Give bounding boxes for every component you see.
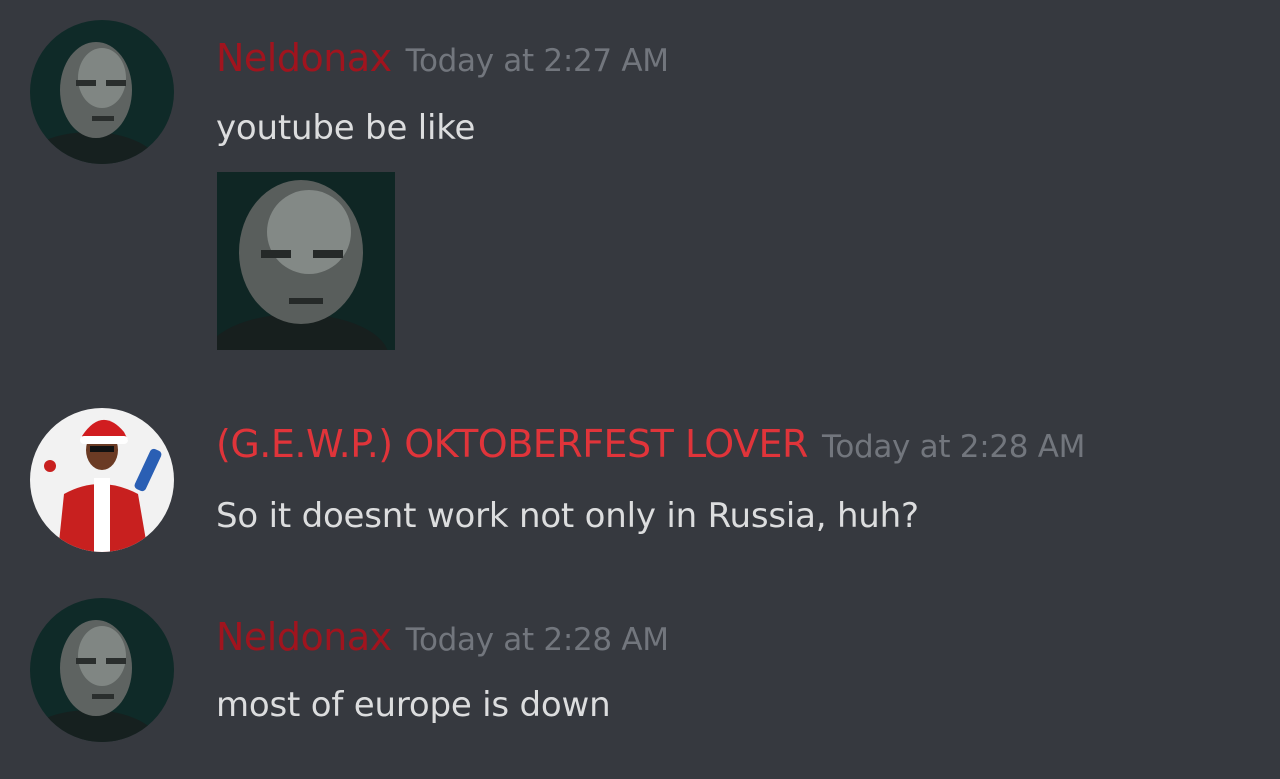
avatar[interactable]: [30, 20, 174, 164]
bald-man-portrait-icon: [30, 20, 174, 164]
timestamp: Today at 2:28 AM: [821, 429, 1086, 465]
message-text: youtube be like: [216, 108, 476, 148]
username[interactable]: Neldonax: [216, 615, 392, 659]
message-header: Neldonax Today at 2:28 AM: [216, 618, 669, 656]
image-attachment[interactable]: [217, 172, 395, 350]
message-text: most of europe is down: [216, 685, 611, 725]
avatar[interactable]: [30, 408, 174, 552]
message-text: So it doesnt work not only in Russia, hu…: [216, 496, 919, 536]
username[interactable]: Neldonax: [216, 36, 392, 80]
timestamp: Today at 2:27 AM: [405, 43, 669, 79]
bald-man-portrait-icon: [30, 598, 174, 742]
message-header: Neldonax Today at 2:27 AM: [216, 39, 669, 77]
message-header: (G.E.W.P.) OKTOBERFEST LOVER Today at 2:2…: [216, 425, 1085, 463]
chat-message-list: Neldonax Today at 2:27 AM youtube be like: [0, 0, 1280, 779]
username[interactable]: (G.E.W.P.) OKTOBERFEST LOVER: [216, 422, 808, 466]
timestamp: Today at 2:28 AM: [405, 622, 669, 658]
avatar[interactable]: [30, 598, 174, 742]
bald-man-portrait-image-icon: [217, 172, 395, 350]
santa-costume-man-portrait-icon: [30, 408, 174, 552]
